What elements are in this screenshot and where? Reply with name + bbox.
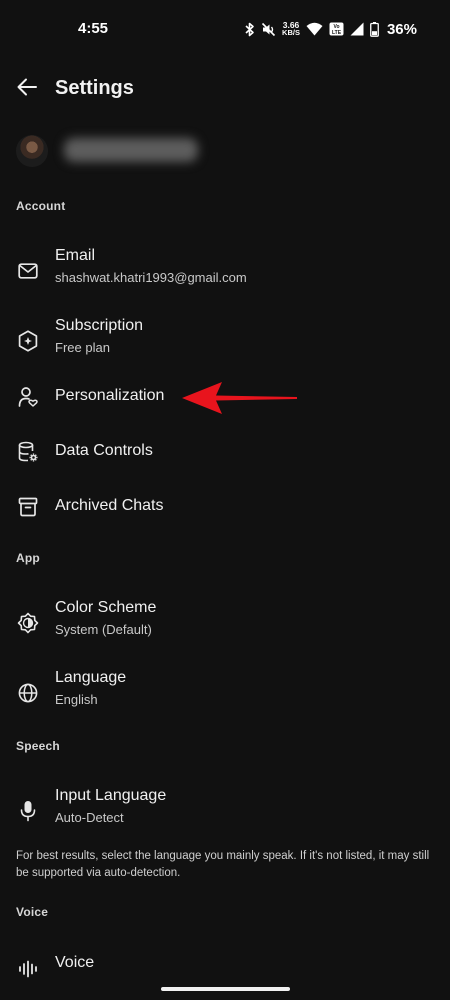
mail-icon [17, 260, 39, 282]
wifi-icon [306, 22, 323, 36]
profile-row[interactable] [0, 130, 450, 172]
speech-helper-text: For best results, select the language yo… [16, 850, 430, 879]
voice-title: Voice [55, 954, 95, 971]
globe-icon [17, 682, 39, 704]
archived-chats-title: Archived Chats [55, 497, 164, 514]
section-header-account: Account [16, 199, 66, 213]
input-language-value: Auto-Detect [55, 810, 124, 825]
subscription-icon [17, 330, 39, 352]
subscription-row[interactable]: Subscription Free plan [0, 312, 450, 368]
section-header-app: App [16, 551, 40, 565]
color-scheme-value: System (Default) [55, 622, 152, 637]
app-header: Settings [0, 64, 450, 112]
microphone-icon [17, 800, 39, 822]
battery-icon [370, 21, 379, 37]
archive-icon [17, 496, 39, 518]
personalization-icon [17, 386, 39, 408]
data-controls-row[interactable]: Data Controls [0, 432, 450, 472]
volte-icon: Vo LTE [329, 22, 344, 36]
language-row[interactable]: Language English [0, 664, 450, 720]
input-language-row[interactable]: Input Language Auto-Detect [0, 782, 450, 838]
subscription-title: Subscription [55, 317, 144, 334]
settings-screen: 4:55 3.66 KB/S Vo LTE 36% Settings Accou… [0, 0, 450, 1000]
battery-percent: 36% [386, 20, 417, 38]
status-time: 4:55 [78, 20, 109, 37]
waveform-icon [17, 958, 39, 980]
color-scheme-icon [17, 612, 39, 634]
data-controls-title: Data Controls [55, 442, 153, 459]
home-indicator[interactable] [161, 987, 290, 991]
arrow-left-icon [17, 78, 37, 101]
avatar [16, 135, 48, 167]
personalization-title: Personalization [55, 387, 165, 404]
data-controls-icon [17, 441, 39, 463]
email-value: shashwat.khatri1993@gmail.com [55, 270, 247, 285]
status-bar: 4:55 3.66 KB/S Vo LTE 36% [0, 0, 450, 56]
bluetooth-icon [245, 22, 255, 37]
archived-chats-row[interactable]: Archived Chats [0, 487, 450, 527]
profile-name-redacted [64, 138, 198, 162]
svg-text:LTE: LTE [332, 30, 342, 36]
network-speed: 3.66 KB/S [282, 21, 300, 37]
input-language-title: Input Language [55, 787, 167, 804]
annotation-arrow-icon [180, 380, 300, 421]
back-button[interactable] [10, 72, 44, 106]
status-icons: 3.66 KB/S Vo LTE 36% [245, 18, 417, 40]
network-speed-unit: KB/S [282, 28, 300, 37]
section-header-speech: Speech [16, 739, 60, 753]
page-title: Settings [55, 77, 134, 99]
language-title: Language [55, 669, 127, 686]
email-row[interactable]: Email shashwat.khatri1993@gmail.com [0, 242, 450, 298]
voice-row[interactable]: Voice [0, 944, 450, 984]
signal-icon [350, 22, 364, 36]
language-value: English [55, 692, 98, 707]
mute-icon [261, 22, 276, 37]
color-scheme-title: Color Scheme [55, 599, 157, 616]
color-scheme-row[interactable]: Color Scheme System (Default) [0, 594, 450, 650]
section-header-voice: Voice [16, 905, 49, 919]
subscription-value: Free plan [55, 340, 110, 355]
email-title: Email [55, 247, 96, 264]
